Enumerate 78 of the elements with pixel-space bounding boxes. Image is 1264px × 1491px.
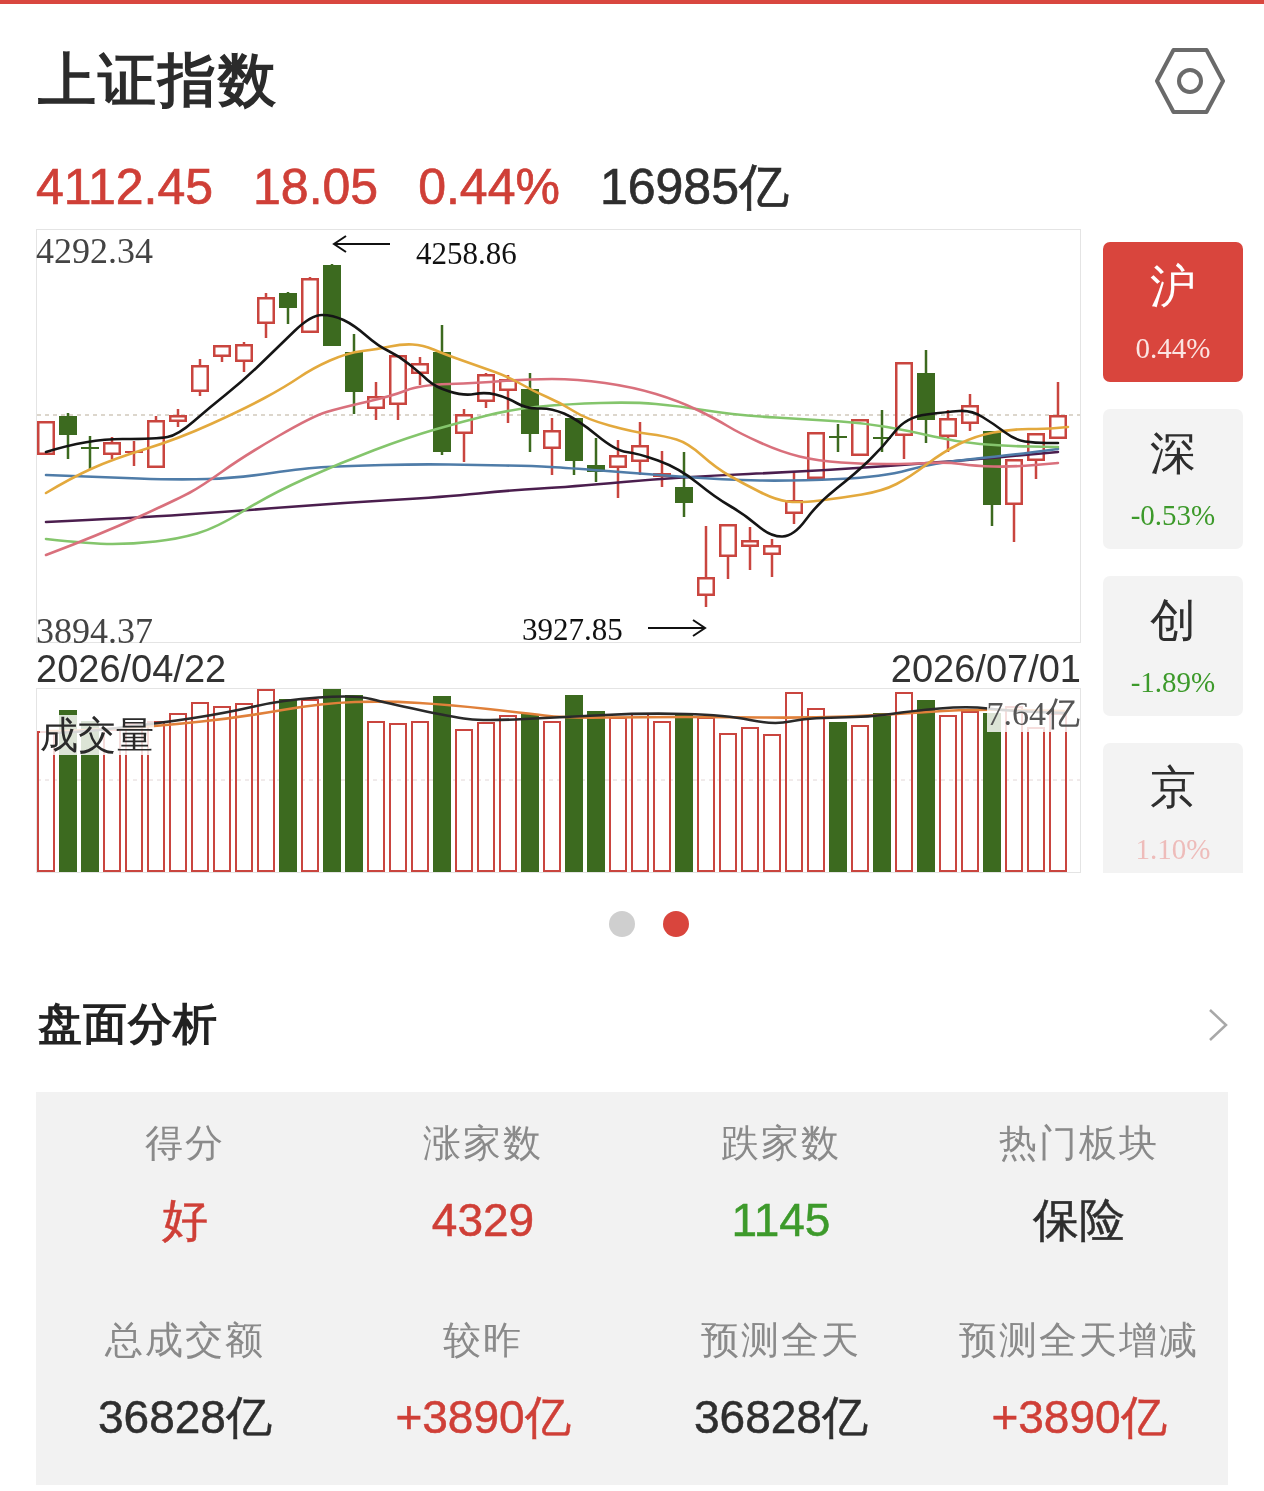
candle [829, 424, 847, 452]
leader-arrow [332, 235, 391, 253]
candle [103, 437, 121, 459]
page-dot-icon[interactable] [609, 911, 635, 937]
candle [389, 355, 407, 420]
candle [455, 409, 473, 462]
candle [807, 432, 825, 480]
stat-label: 预测全天 [701, 1318, 861, 1363]
candle [279, 292, 297, 324]
candle [587, 438, 605, 482]
price-value: 4112.45 [36, 158, 214, 217]
candle [741, 527, 759, 570]
candle [1049, 382, 1067, 439]
settings-icon[interactable] [1155, 48, 1225, 114]
candle [235, 342, 253, 372]
stat-value: 36828亿 [694, 1390, 868, 1445]
candle [81, 436, 99, 469]
candle [367, 382, 385, 420]
market-tab[interactable]: 京 1.10% [1103, 743, 1243, 873]
candle [719, 524, 737, 579]
stat-value: +3890亿 [395, 1390, 571, 1445]
price-high-label: 4292.34 [36, 233, 153, 269]
start-date: 2026/04/22 [36, 650, 227, 688]
min-price-label: 3927.85 [522, 614, 623, 646]
candle [1027, 433, 1045, 479]
candle [191, 359, 209, 396]
stat-label: 跌家数 [721, 1121, 841, 1166]
candle [411, 357, 429, 385]
volume-title: 成交量 [40, 715, 154, 755]
section-title: 盘面分析 [38, 999, 218, 1051]
candle [59, 413, 77, 459]
stat-value: +3890亿 [991, 1390, 1167, 1445]
candle [785, 471, 803, 524]
candle [675, 452, 693, 517]
candle [565, 418, 583, 475]
change-percent: 0.44% [418, 158, 560, 217]
leader-arrow [647, 619, 707, 637]
candle [147, 416, 165, 468]
stat-label: 热门板块 [999, 1121, 1159, 1166]
candle [763, 539, 781, 577]
candle [37, 421, 55, 455]
market-tab[interactable]: 沪 0.44% [1103, 242, 1243, 382]
candle [873, 410, 891, 452]
end-date: 2026/07/01 [890, 650, 1081, 688]
price-low-label: 3894.37 [36, 613, 153, 649]
stat-value: 好 [162, 1193, 208, 1248]
stat-label: 涨家数 [423, 1121, 543, 1166]
stat-label: 得分 [145, 1121, 225, 1166]
stat-value: 保险 [1033, 1193, 1125, 1248]
candle [543, 418, 561, 475]
candle [169, 409, 187, 427]
stat-label: 总成交额 [105, 1318, 265, 1363]
page-dot-icon[interactable] [663, 911, 689, 937]
market-tab[interactable]: 创 -1.89% [1103, 576, 1243, 716]
volume-max-label: 7.64亿 [986, 696, 1080, 732]
max-price-label: 4258.86 [416, 238, 517, 270]
turnover-value: 16985亿 [599, 158, 789, 217]
change-value: 18.05 [253, 158, 379, 217]
stat-value: 1145 [731, 1193, 831, 1248]
chevron-right-icon[interactable] [1208, 1008, 1228, 1042]
candle [851, 419, 869, 456]
candle [631, 422, 649, 475]
stat-value: 4329 [431, 1193, 535, 1248]
candle [477, 373, 495, 408]
candle [609, 440, 627, 498]
candle [961, 394, 979, 431]
stat-value: 36828亿 [98, 1390, 272, 1445]
candle [257, 293, 275, 338]
index-title: 上证指数 [38, 47, 278, 115]
candle [653, 451, 671, 487]
candle [301, 277, 319, 333]
candle [499, 375, 517, 423]
market-tab[interactable]: 深 -0.53% [1103, 409, 1243, 549]
candle [125, 441, 143, 466]
stat-label: 预测全天增减 [959, 1318, 1199, 1363]
stat-label: 较昨 [443, 1318, 523, 1363]
candle [213, 345, 231, 362]
candle [939, 410, 957, 452]
